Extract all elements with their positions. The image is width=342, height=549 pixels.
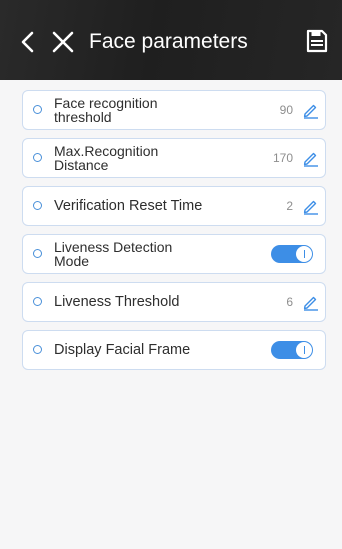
setting-max-recognition-distance[interactable]: Max.Recognition Distance 170: [22, 138, 326, 178]
setting-display-facial-frame: Display Facial Frame: [22, 330, 326, 370]
close-button[interactable]: [48, 27, 78, 57]
back-button[interactable]: [13, 27, 43, 57]
setting-value: 2: [286, 199, 293, 213]
edit-pencil-icon[interactable]: [301, 149, 319, 167]
setting-label: Liveness Detection Mode: [54, 239, 173, 269]
toggle-knob: [296, 246, 312, 262]
setting-verification-reset-time[interactable]: Verification Reset Time 2: [22, 186, 326, 226]
app-header: Face parameters: [0, 0, 342, 80]
bullet-circle-icon: [33, 249, 42, 258]
setting-value: 170: [272, 151, 293, 165]
setting-liveness-threshold[interactable]: Liveness Threshold 6: [22, 282, 326, 322]
save-icon: [306, 29, 328, 53]
close-icon: [52, 31, 74, 53]
settings-list: Face recognition threshold 90 Max.Recogn…: [22, 90, 326, 378]
chevron-left-icon: [21, 31, 34, 53]
setting-value: 90: [279, 103, 293, 117]
edit-pencil-icon[interactable]: [301, 197, 319, 215]
bullet-circle-icon: [33, 345, 42, 354]
edit-pencil-icon[interactable]: [301, 101, 319, 119]
setting-label: Verification Reset Time: [54, 198, 203, 214]
bullet-circle-icon: [33, 297, 42, 306]
liveness-detection-toggle[interactable]: [271, 245, 313, 263]
bullet-circle-icon: [33, 153, 42, 162]
setting-label: Display Facial Frame: [54, 342, 191, 358]
setting-value: 6: [286, 295, 293, 309]
display-facial-frame-toggle[interactable]: [271, 341, 313, 359]
setting-label: Max.Recognition Distance: [54, 143, 159, 173]
bullet-circle-icon: [33, 105, 42, 114]
edit-pencil-icon[interactable]: [301, 293, 319, 311]
setting-liveness-detection-mode: Liveness Detection Mode: [22, 234, 326, 274]
page-title: Face parameters: [89, 30, 248, 53]
setting-label: Face recognition threshold: [54, 95, 158, 125]
toggle-knob: [296, 342, 312, 358]
setting-face-recognition-threshold[interactable]: Face recognition threshold 90: [22, 90, 326, 130]
bullet-circle-icon: [33, 201, 42, 210]
save-button[interactable]: [302, 26, 332, 56]
setting-label: Liveness Threshold: [54, 294, 180, 310]
